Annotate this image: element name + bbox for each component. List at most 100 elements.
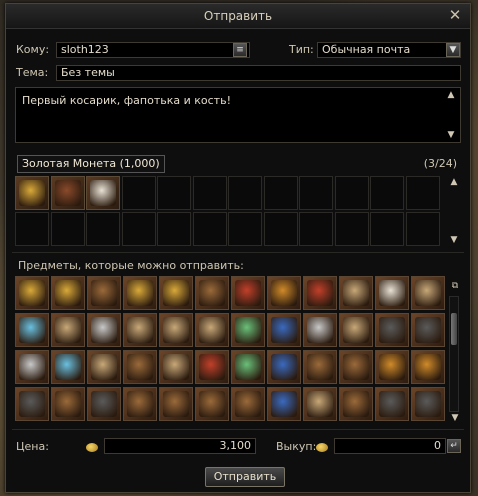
price-field[interactable]: 3,100	[104, 438, 256, 454]
send-button[interactable]: Отправить	[205, 467, 285, 487]
available-item-slot[interactable]	[51, 276, 85, 310]
available-item-slot[interactable]	[123, 350, 157, 384]
empty-attachment-slot[interactable]	[228, 176, 262, 210]
title-bar[interactable]: Отправить ✕	[6, 4, 470, 29]
empty-attachment-slot[interactable]	[15, 212, 49, 246]
empty-attachment-slot[interactable]	[50, 212, 85, 246]
empty-attachment-slot[interactable]	[263, 176, 298, 210]
scroll-up-icon[interactable]: ▲	[449, 177, 459, 187]
scroll-down-icon[interactable]: ▼	[449, 235, 459, 245]
available-item-slot[interactable]	[267, 276, 301, 310]
available-item-slot[interactable]	[267, 350, 301, 384]
amber-potion-icon	[271, 280, 297, 306]
empty-attachment-slot[interactable]	[121, 176, 156, 210]
available-item-slot[interactable]	[303, 350, 337, 384]
redemption-field[interactable]: 0	[334, 438, 446, 454]
available-item-slot[interactable]	[195, 313, 229, 347]
attachment-slot[interactable]	[50, 176, 85, 210]
available-item-slot[interactable]	[303, 276, 337, 310]
available-item-slot[interactable]	[339, 387, 373, 421]
scroll-up-icon[interactable]: ▲	[446, 90, 456, 100]
recipient-field[interactable]: sloth123	[56, 42, 250, 58]
available-item-slot[interactable]	[159, 276, 193, 310]
available-item-slot[interactable]	[195, 350, 229, 384]
chest-icon	[343, 391, 369, 417]
available-item-slot[interactable]	[231, 276, 265, 310]
empty-attachment-slot[interactable]	[299, 176, 333, 210]
available-item-slot[interactable]	[123, 387, 157, 421]
available-item-slot[interactable]	[15, 387, 49, 421]
message-textarea[interactable]: Первый косарик, фапотька и кость!	[15, 87, 461, 143]
close-icon[interactable]: ✕	[447, 7, 463, 23]
scroll-icon	[343, 280, 369, 306]
available-item-slot[interactable]	[159, 387, 193, 421]
available-item-slot[interactable]	[87, 387, 121, 421]
empty-attachment-slot[interactable]	[405, 212, 440, 246]
available-item-slot[interactable]	[411, 276, 445, 310]
empty-attachment-slot[interactable]	[192, 212, 227, 246]
empty-attachment-slot[interactable]	[157, 212, 191, 246]
scroll-down-icon[interactable]: ▼	[446, 130, 456, 140]
available-item-slot[interactable]	[51, 387, 85, 421]
empty-attachment-slot[interactable]	[263, 212, 298, 246]
available-item-slot[interactable]	[159, 313, 193, 347]
available-item-slot[interactable]	[123, 276, 157, 310]
available-item-slot[interactable]	[159, 350, 193, 384]
tablet-icon	[163, 317, 189, 343]
empty-attachment-slot[interactable]	[86, 212, 120, 246]
available-item-slot[interactable]	[51, 350, 85, 384]
empty-attachment-slot[interactable]	[299, 212, 333, 246]
empty-attachment-slot[interactable]	[370, 176, 404, 210]
available-item-slot[interactable]	[339, 350, 373, 384]
gold-coin-icon	[55, 280, 81, 306]
available-item-slot[interactable]	[123, 313, 157, 347]
metal-mesh-icon	[307, 317, 333, 343]
expand-icon[interactable]: ⧉	[450, 281, 460, 291]
available-item-slot[interactable]	[303, 387, 337, 421]
available-item-slot[interactable]	[375, 313, 409, 347]
available-item-slot[interactable]	[87, 276, 121, 310]
items-scrollbar[interactable]	[449, 296, 459, 412]
available-item-slot[interactable]	[303, 313, 337, 347]
empty-attachment-slot[interactable]	[334, 176, 369, 210]
available-item-slot[interactable]	[15, 313, 49, 347]
scrollbar-thumb[interactable]	[451, 313, 457, 345]
available-item-slot[interactable]	[87, 350, 121, 384]
red-crystal-icon	[199, 354, 225, 380]
available-item-slot[interactable]	[231, 350, 265, 384]
available-item-slot[interactable]	[267, 313, 301, 347]
available-item-slot[interactable]	[375, 350, 409, 384]
attachment-slot[interactable]	[86, 176, 120, 210]
scroll-down-icon[interactable]: ▼	[450, 413, 460, 423]
available-item-slot[interactable]	[375, 276, 409, 310]
empty-attachment-slot[interactable]	[157, 176, 191, 210]
available-item-slot[interactable]	[15, 276, 49, 310]
available-item-slot[interactable]	[195, 387, 229, 421]
mail-type-select[interactable]: Обычная почта	[317, 42, 461, 58]
empty-attachment-slot[interactable]	[192, 176, 227, 210]
available-item-slot[interactable]	[339, 276, 373, 310]
available-item-slot[interactable]	[51, 313, 85, 347]
available-item-slot[interactable]	[411, 387, 445, 421]
empty-attachment-slot[interactable]	[370, 212, 404, 246]
pink-scroll-icon	[127, 317, 153, 343]
available-item-slot[interactable]	[411, 313, 445, 347]
available-item-slot[interactable]	[231, 387, 265, 421]
available-item-slot[interactable]	[339, 313, 373, 347]
empty-attachment-slot[interactable]	[334, 212, 369, 246]
attachment-slot[interactable]	[15, 176, 49, 210]
enter-icon[interactable]: ↵	[447, 439, 461, 453]
empty-attachment-slot[interactable]	[405, 176, 440, 210]
empty-attachment-slot[interactable]	[228, 212, 262, 246]
chevron-down-icon[interactable]: ▼	[446, 43, 460, 57]
address-book-icon[interactable]: ≡	[233, 43, 247, 57]
available-item-slot[interactable]	[375, 387, 409, 421]
empty-attachment-slot[interactable]	[121, 212, 156, 246]
available-item-slot[interactable]	[267, 387, 301, 421]
available-item-slot[interactable]	[195, 276, 229, 310]
available-item-slot[interactable]	[231, 313, 265, 347]
subject-field[interactable]: Без темы	[56, 65, 461, 81]
available-item-slot[interactable]	[411, 350, 445, 384]
available-item-slot[interactable]	[15, 350, 49, 384]
available-item-slot[interactable]	[87, 313, 121, 347]
